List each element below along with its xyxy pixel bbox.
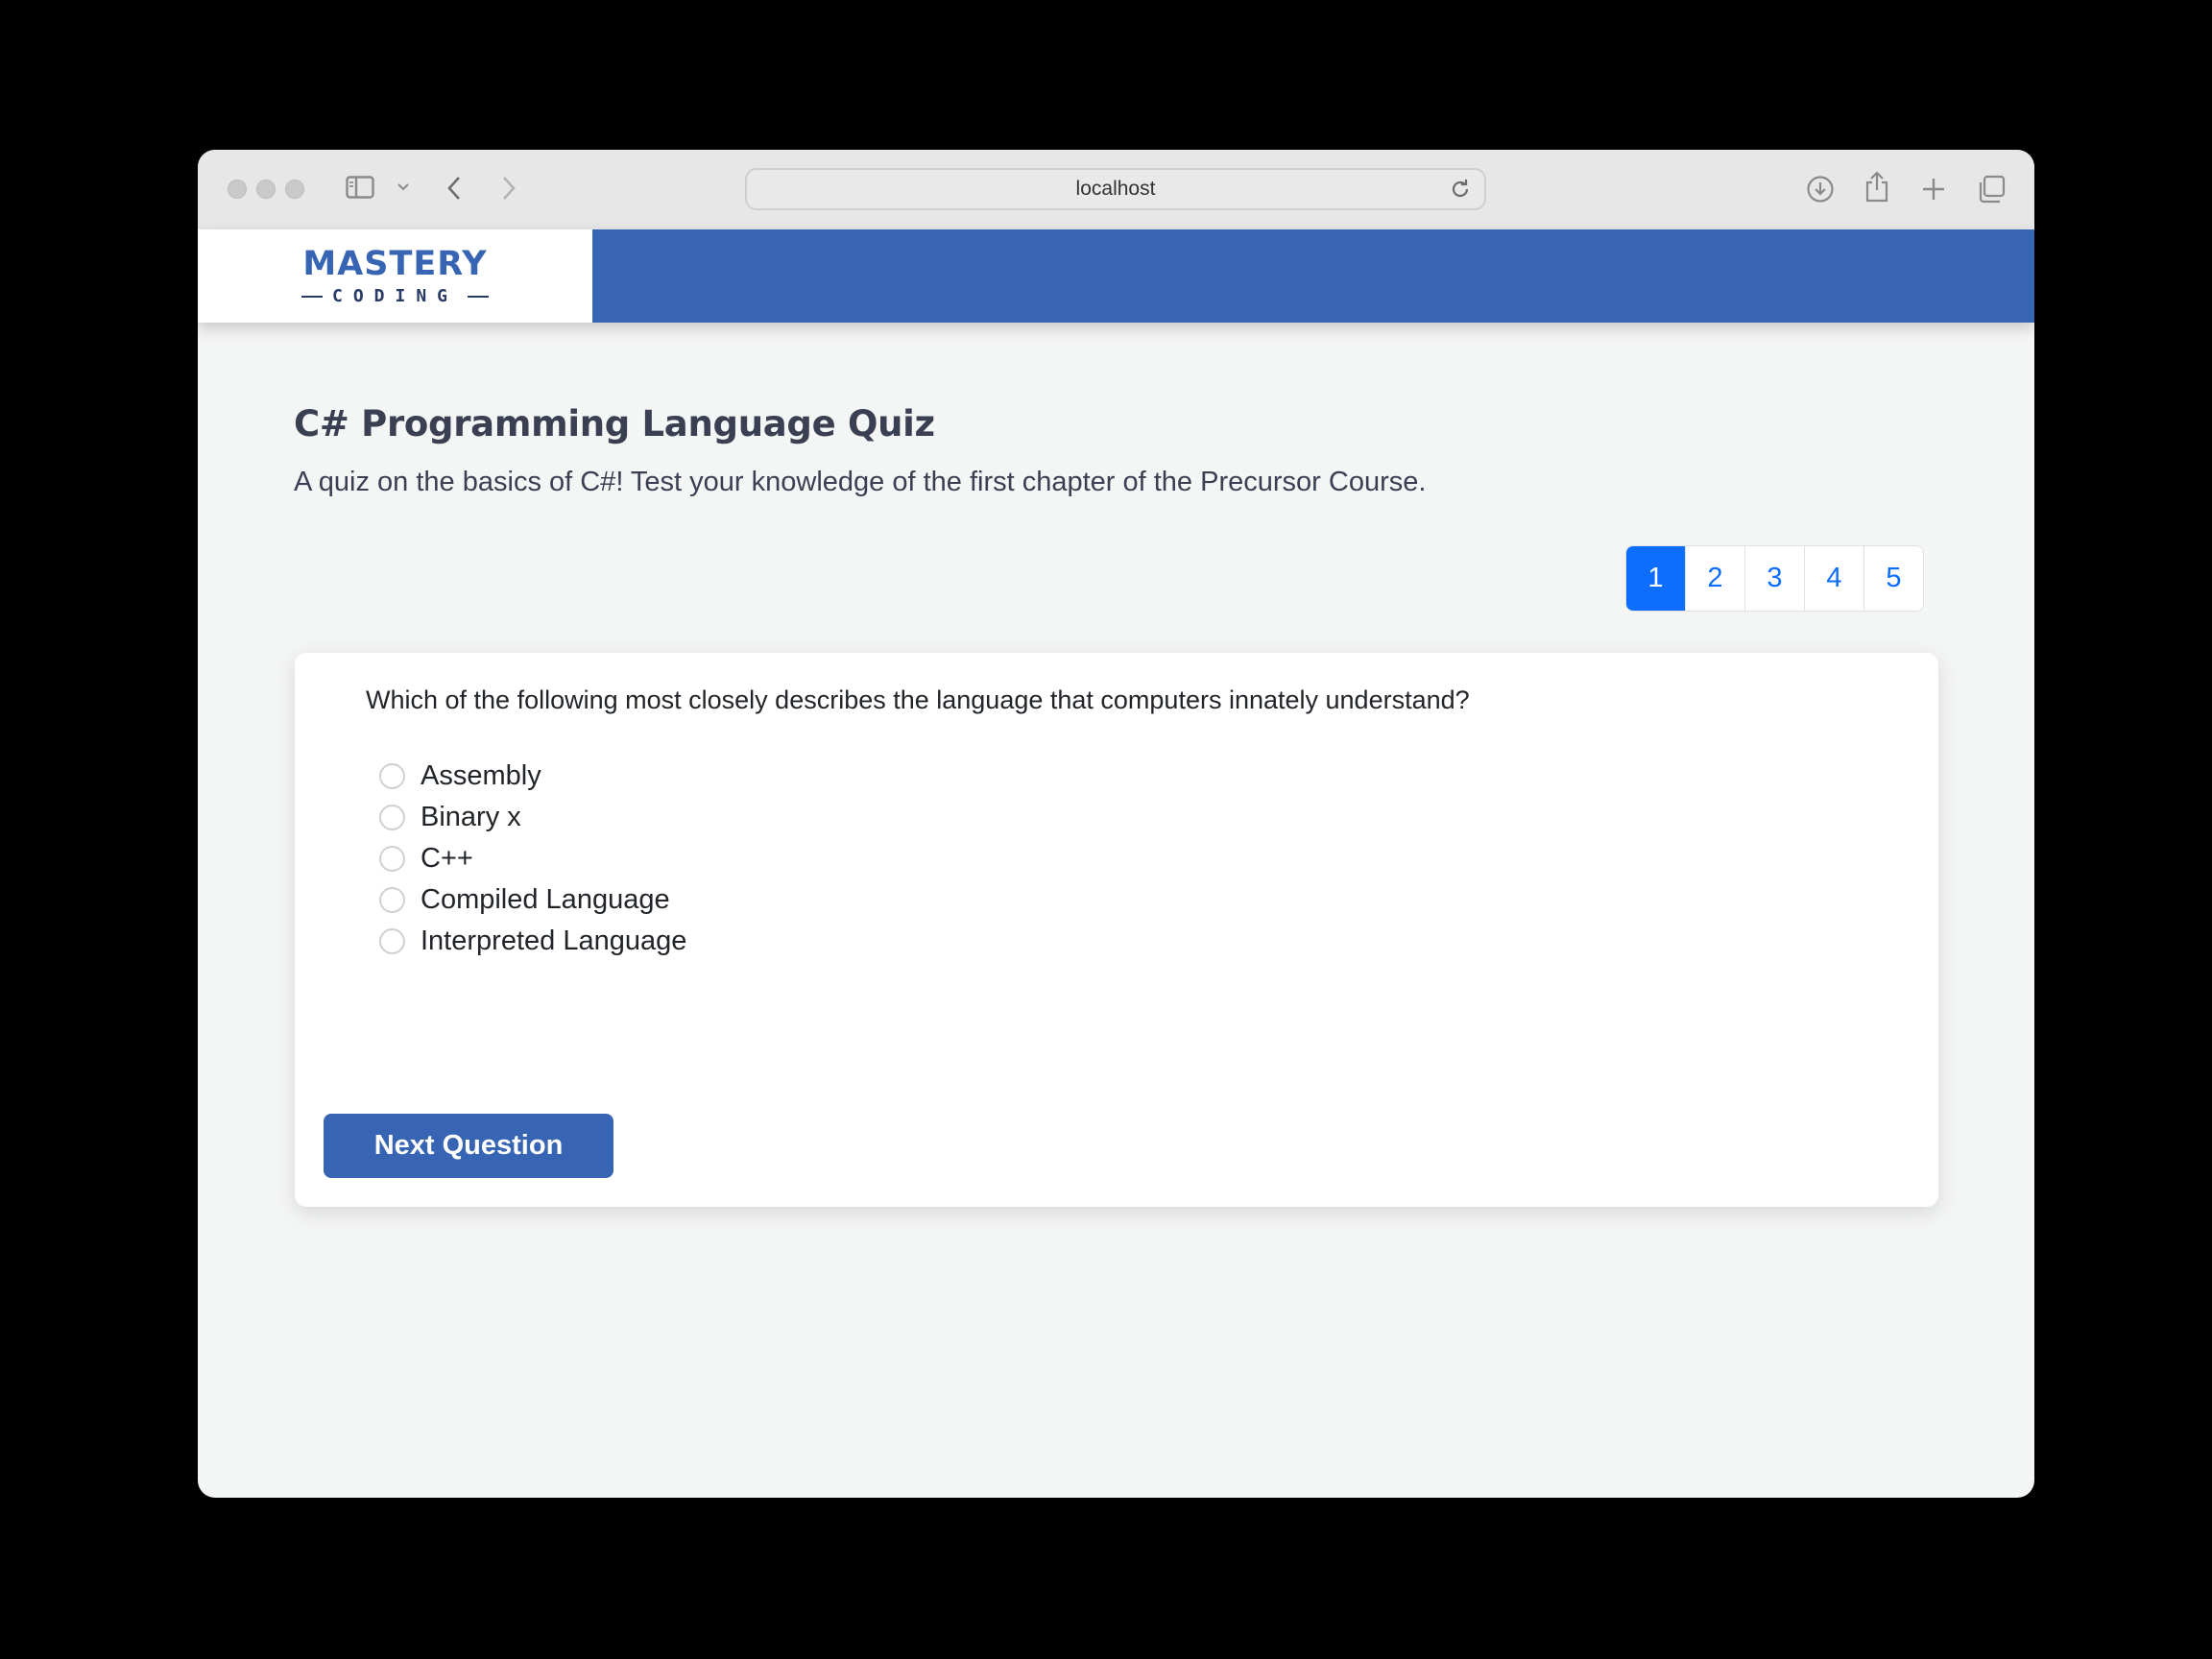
logo-dash-right	[468, 295, 490, 298]
answer-option-assembly[interactable]: Assembly	[379, 756, 686, 797]
answer-options: Assembly Binary x C++ Compiled Language …	[379, 756, 686, 962]
radio-button[interactable]	[379, 805, 405, 830]
page-button-3[interactable]: 3	[1744, 546, 1804, 611]
quiz-description: A quiz on the basics of C#! Test your kn…	[294, 467, 1427, 497]
logo-main-text: MASTERY	[302, 245, 488, 283]
radio-button[interactable]	[379, 763, 405, 789]
page-button-1[interactable]: 1	[1626, 546, 1685, 611]
reload-icon[interactable]	[1450, 179, 1471, 205]
browser-window: localhost MASTERY CODING C# Programming …	[198, 150, 2034, 1498]
radio-button[interactable]	[379, 846, 405, 872]
answer-option-binary[interactable]: Binary x	[379, 797, 686, 838]
question-pagination: 1 2 3 4 5	[1625, 545, 1924, 612]
browser-toolbar: localhost	[198, 150, 2034, 230]
plus-icon[interactable]	[1922, 178, 1945, 201]
share-icon[interactable]	[1864, 171, 1889, 204]
site-header: MASTERY CODING	[198, 229, 2034, 323]
zoom-window-button[interactable]	[285, 180, 304, 199]
logo-dash-left	[301, 295, 323, 298]
page-title: C# Programming Language Quiz	[294, 403, 935, 445]
option-label: Compiled Language	[421, 884, 670, 915]
address-bar[interactable]: localhost	[745, 168, 1486, 210]
logo-sub-label: CODING	[331, 286, 459, 306]
page-button-4[interactable]: 4	[1804, 546, 1863, 611]
radio-button[interactable]	[379, 928, 405, 954]
page-button-5[interactable]: 5	[1863, 546, 1923, 611]
next-question-button[interactable]: Next Question	[324, 1114, 613, 1178]
chevron-right-icon[interactable]	[501, 176, 517, 201]
url-text: localhost	[1075, 178, 1156, 200]
logo[interactable]: MASTERY CODING	[198, 229, 592, 323]
chevron-down-icon[interactable]	[397, 183, 409, 191]
radio-button[interactable]	[379, 887, 405, 913]
chevron-left-icon[interactable]	[446, 176, 462, 201]
option-label: Assembly	[421, 760, 541, 791]
option-label: Binary x	[421, 802, 521, 832]
question-card: Which of the following most closely desc…	[295, 653, 1938, 1207]
answer-option-compiled[interactable]: Compiled Language	[379, 879, 686, 921]
option-label: C++	[421, 843, 473, 874]
tabs-overview-icon[interactable]	[1977, 175, 2006, 204]
option-label: Interpreted Language	[421, 926, 687, 956]
question-text: Which of the following most closely desc…	[366, 685, 1470, 714]
minimize-window-button[interactable]	[256, 180, 276, 199]
sidebar-icon[interactable]	[346, 176, 374, 199]
download-icon[interactable]	[1806, 175, 1835, 204]
answer-option-interpreted[interactable]: Interpreted Language	[379, 921, 686, 962]
page-button-2[interactable]: 2	[1685, 546, 1744, 611]
answer-option-cpp[interactable]: C++	[379, 838, 686, 879]
logo-sub-text: CODING	[198, 286, 592, 306]
close-window-button[interactable]	[228, 180, 247, 199]
